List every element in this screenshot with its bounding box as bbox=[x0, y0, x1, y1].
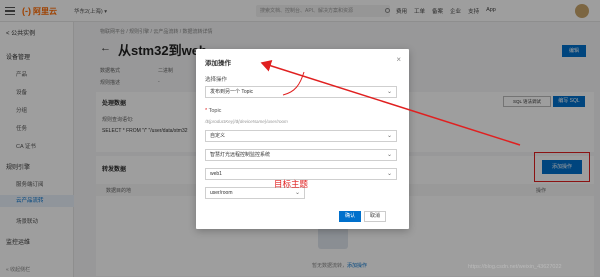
watermark: https://blog.csdn.net/weixin_43627022 bbox=[468, 264, 562, 270]
annotation-overlay bbox=[260, 60, 521, 146]
annotation-label: 目标主题 bbox=[274, 179, 309, 189]
annotation-arrow-line bbox=[260, 60, 521, 146]
